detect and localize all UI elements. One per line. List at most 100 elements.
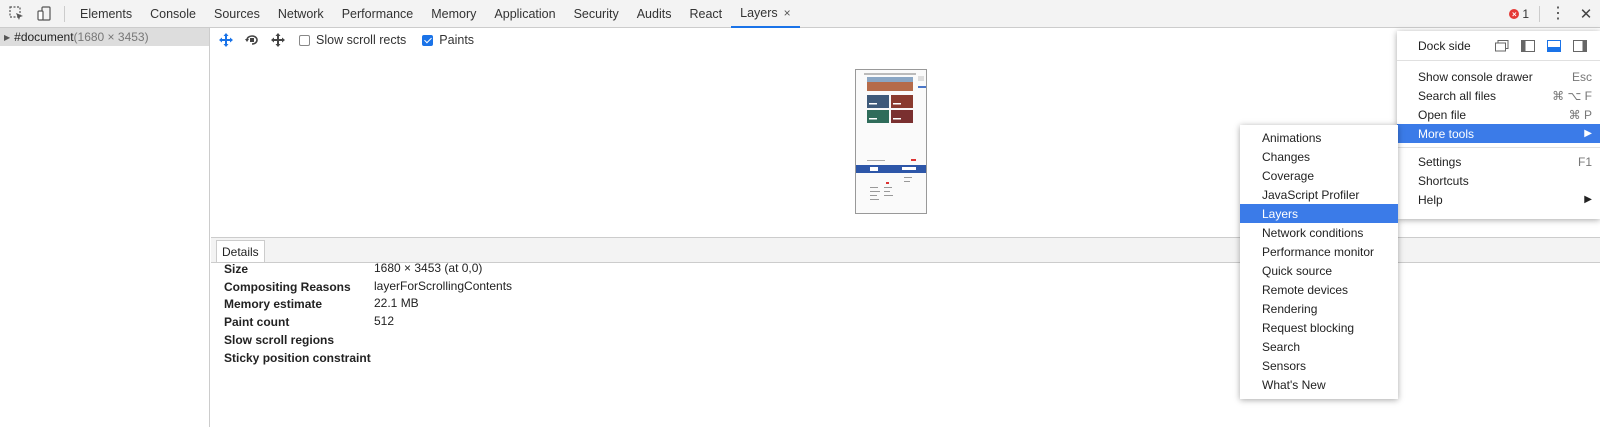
devtools-toolbar: Elements Console Sources Network Performance… xyxy=(0,0,1600,28)
detail-label: Size xyxy=(224,262,249,276)
paints-label[interactable]: Paints xyxy=(439,33,474,47)
menu-item-shortcuts[interactable]: Shortcuts xyxy=(1397,171,1600,190)
submenu-item-performance-monitor[interactable]: Performance monitor xyxy=(1240,242,1398,261)
tab-label: Application xyxy=(494,7,556,21)
tab-performance[interactable]: Performance xyxy=(333,1,423,28)
tab-network[interactable]: Network xyxy=(269,1,333,28)
dock-left-icon[interactable] xyxy=(1519,39,1537,53)
detail-label: Memory estimate xyxy=(224,297,323,311)
submenu-item-what-s-new[interactable]: What's New xyxy=(1240,375,1398,394)
close-devtools-icon[interactable]: ✕ xyxy=(1576,5,1596,23)
error-icon: × xyxy=(1509,9,1520,19)
submenu-item-label: Request blocking xyxy=(1262,320,1355,335)
submenu-item-sensors[interactable]: Sensors xyxy=(1240,356,1398,375)
tab-console[interactable]: Console xyxy=(141,1,205,28)
menu-item-label: Show console drawer xyxy=(1418,69,1533,84)
tree-row-document[interactable]: ▶ #document (1680 × 3453) xyxy=(0,28,209,46)
tab-label: Audits xyxy=(636,7,672,21)
submenu-item-quick-source[interactable]: Quick source xyxy=(1240,261,1398,280)
dock-right-icon[interactable] xyxy=(1571,39,1589,53)
tab-label: Elements xyxy=(80,7,133,21)
submenu-item-search[interactable]: Search xyxy=(1240,337,1398,356)
tab-security[interactable]: Security xyxy=(565,1,628,28)
submenu-item-label: Search xyxy=(1262,339,1301,354)
slow-scroll-rects-checkbox[interactable] xyxy=(299,34,310,46)
submenu-item-label: Network conditions xyxy=(1262,225,1364,240)
menu-item-settings[interactable]: Settings F1 xyxy=(1397,152,1600,171)
submenu-item-label: Changes xyxy=(1262,149,1311,164)
error-counter[interactable]: × 1 xyxy=(1509,7,1529,21)
submenu-item-remote-devices[interactable]: Remote devices xyxy=(1240,280,1398,299)
submenu-item-label: Quick source xyxy=(1262,263,1333,278)
tab-label: Network xyxy=(277,7,324,21)
inspect-element-icon[interactable] xyxy=(2,0,30,28)
close-tab-icon[interactable]: × xyxy=(784,6,791,20)
menu-item-show-console-drawer[interactable]: Show console drawer Esc xyxy=(1397,67,1600,86)
submenu-item-changes[interactable]: Changes xyxy=(1240,147,1398,166)
menu-item-label: More tools xyxy=(1418,126,1475,141)
detail-value: layerForScrollingContents xyxy=(374,279,513,293)
dock-side-label: Dock side xyxy=(1418,39,1471,53)
tab-label: Performance xyxy=(341,7,414,21)
toolbar-divider xyxy=(64,5,65,22)
layers-toolbar: Slow scroll rects Paints xyxy=(211,28,474,52)
tab-label: Security xyxy=(573,7,619,21)
menu-item-help[interactable]: Help ▶ xyxy=(1397,190,1600,209)
toolbar-divider xyxy=(1539,6,1540,22)
detail-value: 512 xyxy=(374,314,395,328)
menu-item-search-all-files[interactable]: Search all files ⌘ ⌥ F xyxy=(1397,86,1600,105)
tree-node-label: #document xyxy=(14,30,74,44)
tab-sources[interactable]: Sources xyxy=(205,1,269,28)
detail-label: Sticky position constraint xyxy=(224,351,371,365)
menu-shortcut: ⌘ ⌥ F xyxy=(1552,88,1592,103)
detail-label: Paint count xyxy=(224,315,290,329)
menu-item-label: Search all files xyxy=(1418,88,1497,103)
menu-item-more-tools[interactable]: More tools ▶ xyxy=(1397,124,1600,143)
submenu-item-javascript-profiler[interactable]: JavaScript Profiler xyxy=(1240,185,1398,204)
paints-checkbox[interactable] xyxy=(422,34,434,46)
detail-label: Slow scroll regions xyxy=(224,333,335,347)
device-toolbar-icon[interactable] xyxy=(30,0,58,28)
tab-label: React xyxy=(689,7,723,21)
submenu-item-layers[interactable]: Layers xyxy=(1240,204,1398,223)
customize-menu-icon[interactable]: ⋮ xyxy=(1548,6,1568,22)
menu-divider xyxy=(1397,147,1600,148)
tab-elements[interactable]: Elements xyxy=(71,1,141,28)
submenu-arrow-icon: ▶ xyxy=(1584,128,1592,139)
undock-icon[interactable] xyxy=(1493,39,1511,53)
tab-react[interactable]: React xyxy=(680,1,731,28)
tab-label: Memory xyxy=(431,7,477,21)
submenu-item-label: Sensors xyxy=(1262,358,1307,373)
expand-triangle-icon[interactable]: ▶ xyxy=(4,33,10,42)
rotate-mode-icon[interactable] xyxy=(239,28,265,52)
dock-bottom-icon[interactable] xyxy=(1545,39,1563,53)
submenu-item-label: Rendering xyxy=(1262,301,1318,316)
submenu-item-label: What's New xyxy=(1262,377,1326,392)
layer-tree: ▶ #document (1680 × 3453) xyxy=(0,28,210,427)
tab-application[interactable]: Application xyxy=(485,1,564,28)
tab-details[interactable]: Details xyxy=(216,240,265,262)
submenu-item-coverage[interactable]: Coverage xyxy=(1240,166,1398,185)
submenu-item-request-blocking[interactable]: Request blocking xyxy=(1240,318,1398,337)
submenu-arrow-icon: ▶ xyxy=(1584,194,1592,205)
detail-label: Compositing Reasons xyxy=(224,280,351,294)
more-tools-submenu: Animations Changes Coverage JavaScript Prof… xyxy=(1240,125,1398,399)
submenu-item-network-conditions[interactable]: Network conditions xyxy=(1240,223,1398,242)
tab-memory[interactable]: Memory xyxy=(422,1,485,28)
tab-layers[interactable]: Layers × xyxy=(731,1,800,28)
tree-node-dims: (1680 × 3453) xyxy=(73,30,149,44)
submenu-item-rendering[interactable]: Rendering xyxy=(1240,299,1398,318)
menu-divider xyxy=(1397,60,1600,61)
tab-audits[interactable]: Audits xyxy=(628,1,681,28)
submenu-item-label: Performance monitor xyxy=(1262,244,1375,259)
submenu-item-label: Layers xyxy=(1262,206,1299,221)
tab-label: Sources xyxy=(213,7,260,21)
page-layer-thumbnail[interactable] xyxy=(855,69,927,214)
tab-label: Layers xyxy=(740,6,778,20)
menu-item-open-file[interactable]: Open file ⌘ P xyxy=(1397,105,1600,124)
slow-scroll-rects-label[interactable]: Slow scroll rects xyxy=(316,33,406,47)
submenu-item-animations[interactable]: Animations xyxy=(1240,128,1398,147)
reset-transform-icon[interactable] xyxy=(265,28,291,52)
pan-mode-icon[interactable] xyxy=(213,28,239,52)
menu-shortcut: Esc xyxy=(1571,69,1592,84)
